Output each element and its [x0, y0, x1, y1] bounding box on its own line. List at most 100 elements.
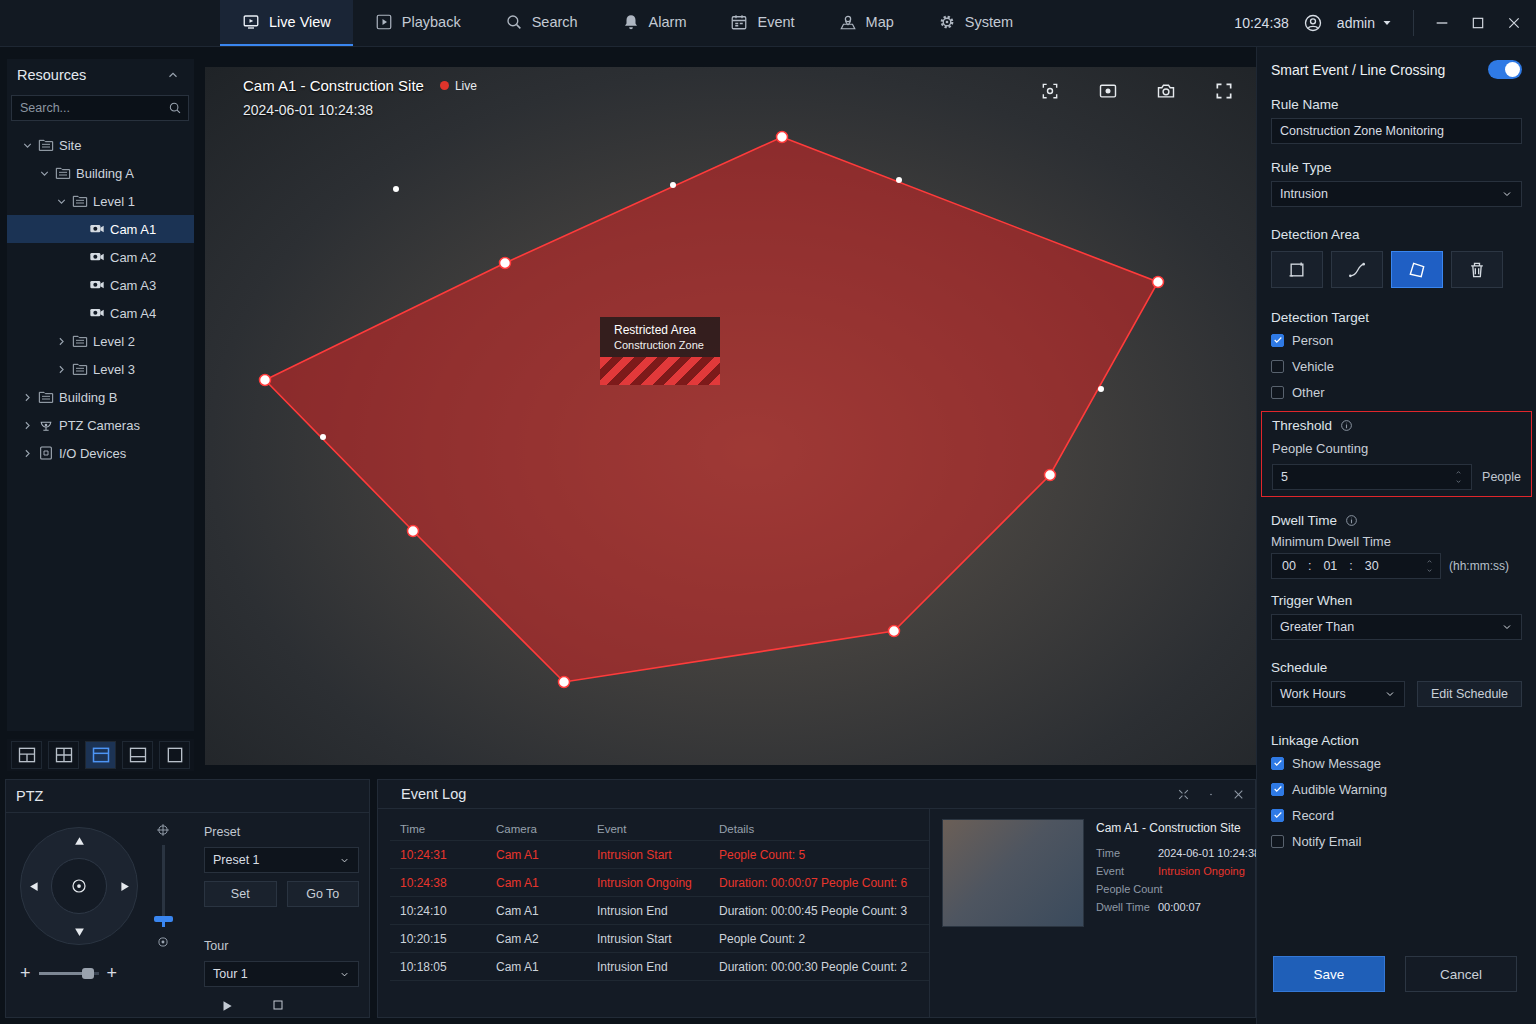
tree-item-label[interactable]: Building B: [59, 390, 118, 405]
expander[interactable]: [70, 305, 86, 321]
nav-tab[interactable]: Map: [817, 0, 916, 46]
zoom-in-button[interactable]: +: [107, 963, 118, 984]
chevron-right-icon[interactable]: [55, 363, 68, 376]
tree-item-label[interactable]: PTZ Cameras: [59, 418, 140, 433]
area-tool-button[interactable]: [1331, 251, 1383, 288]
expander[interactable]: [36, 165, 52, 181]
user-menu[interactable]: admin: [1337, 15, 1393, 31]
column-header[interactable]: Details: [719, 823, 929, 835]
info-icon[interactable]: [1340, 419, 1353, 432]
target-checkbox-label[interactable]: Person: [1292, 333, 1333, 348]
area-tool-button[interactable]: [1271, 251, 1323, 288]
home-icon[interactable]: [70, 877, 88, 895]
event-row[interactable]: 10:24:38Cam A1Intrusion OngoingDuration:…: [390, 869, 929, 897]
focus-near-icon[interactable]: [156, 823, 170, 837]
chevron-down-icon[interactable]: [55, 195, 68, 208]
checkbox[interactable]: [1271, 757, 1284, 770]
dwell-hours[interactable]: 00: [1282, 559, 1296, 573]
save-button[interactable]: Save: [1273, 956, 1385, 992]
close-icon[interactable]: [1506, 15, 1522, 31]
target-checkbox-label[interactable]: Vehicle: [1292, 359, 1334, 374]
center-button[interactable]: [51, 858, 107, 914]
rule-type-select-value[interactable]: Intrusion: [1280, 187, 1328, 201]
tree-item[interactable]: Site: [7, 131, 194, 159]
layout-button[interactable]: [85, 741, 116, 769]
chevron-right-icon[interactable]: [55, 335, 68, 348]
event-row[interactable]: 10:18:05Cam A1Intrusion EndDuration: 00:…: [390, 953, 929, 981]
tree-item-label[interactable]: Cam A2: [110, 250, 156, 265]
tree-item[interactable]: Building B: [7, 383, 194, 411]
chevron-down-icon[interactable]: [38, 167, 51, 180]
expander[interactable]: [70, 249, 86, 265]
layout-button[interactable]: [122, 741, 153, 769]
linkage-checkbox-label[interactable]: Audible Warning: [1292, 782, 1387, 797]
nav-tab-label[interactable]: Map: [866, 14, 894, 30]
tour-select[interactable]: Tour 1: [204, 961, 359, 987]
column-header[interactable]: Event: [597, 823, 719, 835]
snapshot-icon[interactable]: [1156, 81, 1176, 101]
checkbox[interactable]: [1271, 783, 1284, 796]
tree-item-label[interactable]: Site: [59, 138, 81, 153]
search-input[interactable]: [18, 97, 168, 119]
cancel-button[interactable]: Cancel: [1405, 956, 1517, 992]
preset-value[interactable]: Preset 1: [213, 853, 260, 867]
close-icon[interactable]: [1232, 788, 1245, 801]
more-icon[interactable]: [1206, 788, 1216, 801]
nav-tab-label[interactable]: Playback: [402, 14, 461, 30]
minimize-icon[interactable]: [1434, 15, 1450, 31]
video-tool[interactable]: [1206, 75, 1242, 107]
layout-button[interactable]: [48, 741, 79, 769]
down-arrow-icon[interactable]: [72, 924, 87, 939]
chevron-right-icon[interactable]: [21, 447, 34, 460]
rule-name-input[interactable]: Construction Zone Monitoring: [1271, 118, 1522, 144]
fullscreen-icon[interactable]: [1214, 81, 1234, 101]
increment-icon[interactable]: [1454, 469, 1463, 476]
expander[interactable]: [53, 333, 69, 349]
preset-select[interactable]: Preset 1: [204, 847, 359, 873]
area-tool-button[interactable]: [1391, 251, 1443, 288]
tree-item-label[interactable]: Cam A3: [110, 278, 156, 293]
tree-item[interactable]: PTZ Cameras: [7, 411, 194, 439]
linkage-checkbox[interactable]: Notify Email: [1271, 828, 1522, 854]
event-row[interactable]: 10:20:15Cam A2Intrusion StartPeople Coun…: [390, 925, 929, 953]
nav-tab[interactable]: System: [916, 0, 1035, 46]
delete-icon[interactable]: [1467, 260, 1487, 280]
expander[interactable]: [19, 417, 35, 433]
threshold-value[interactable]: 5: [1281, 470, 1288, 484]
linkage-checkbox-label[interactable]: Show Message: [1292, 756, 1381, 771]
nav-tab-label[interactable]: System: [965, 14, 1013, 30]
focus-far-icon[interactable]: [156, 935, 170, 949]
tree-item[interactable]: I/O Devices: [7, 439, 194, 467]
area-tool-button[interactable]: [1451, 251, 1503, 288]
checkbox[interactable]: [1271, 360, 1284, 373]
event-row[interactable]: 10:24:10Cam A1Intrusion EndDuration: 00:…: [390, 897, 929, 925]
zoom-slider[interactable]: [39, 972, 99, 975]
tree-item-label[interactable]: Level 1: [93, 194, 135, 209]
trigger-select[interactable]: Greater Than: [1271, 614, 1522, 640]
dwell-seconds[interactable]: 30: [1365, 559, 1379, 573]
threshold-input[interactable]: 5: [1272, 464, 1472, 490]
layout-split-h-icon[interactable]: [91, 745, 111, 765]
layout-single-icon[interactable]: [165, 745, 185, 765]
tour-value[interactable]: Tour 1: [213, 967, 248, 981]
checkbox[interactable]: [1271, 386, 1284, 399]
expander[interactable]: [70, 277, 86, 293]
schedule-select-value[interactable]: Work Hours: [1280, 687, 1346, 701]
camera-view[interactable]: Cam A1 - Construction SiteLive2024-06-01…: [205, 67, 1256, 765]
tree-item[interactable]: Cam A3: [7, 271, 194, 299]
nav-tab[interactable]: Live View: [220, 0, 353, 46]
enable-toggle[interactable]: [1488, 60, 1522, 79]
linkage-checkbox[interactable]: Record: [1271, 802, 1522, 828]
tree-item[interactable]: Cam A2: [7, 243, 194, 271]
user-icon[interactable]: [1303, 13, 1323, 33]
tree-item-label[interactable]: Building A: [76, 166, 134, 181]
tree-item[interactable]: Cam A1: [7, 215, 194, 243]
trigger-select-value[interactable]: Greater Than: [1280, 620, 1354, 634]
nav-tab[interactable]: Alarm: [600, 0, 709, 46]
collapse-arrows-icon[interactable]: [1177, 788, 1190, 801]
tree-item-label[interactable]: Level 3: [93, 362, 135, 377]
video-tool[interactable]: [1148, 75, 1184, 107]
tree-item-label[interactable]: Cam A1: [110, 222, 156, 237]
search-icon[interactable]: [168, 101, 182, 115]
spinner[interactable]: [1454, 469, 1463, 485]
